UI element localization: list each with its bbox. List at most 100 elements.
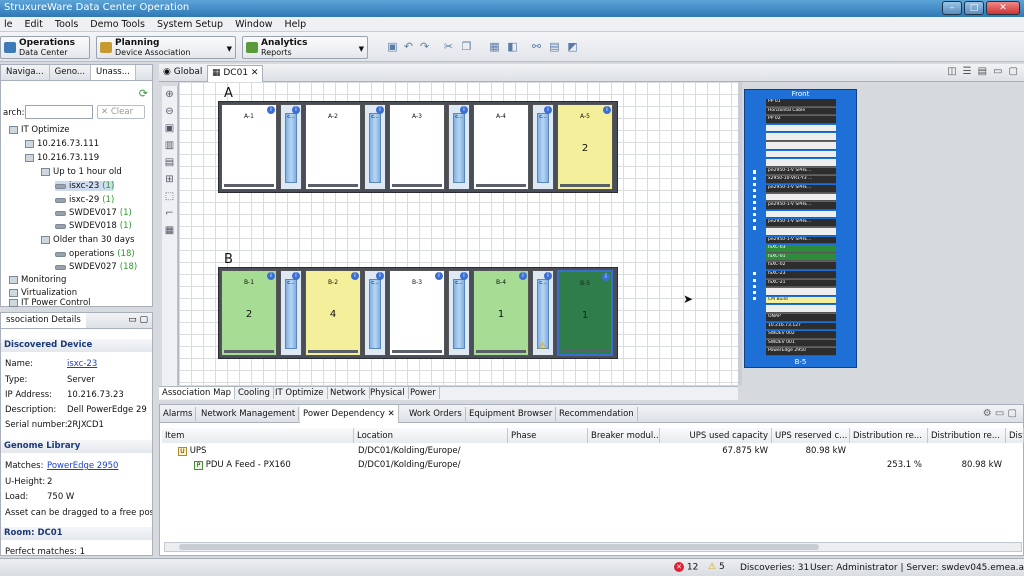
analytics-mode-button[interactable]: Analytics Reports ▼: [242, 36, 368, 59]
info-icon[interactable]: i: [376, 272, 384, 280]
elevation-slot[interactable]: 10.216.73.127: [766, 322, 836, 331]
rack[interactable]: A-5 2 i: [557, 104, 613, 190]
info-icon[interactable]: i: [351, 272, 359, 280]
elevation-slot[interactable]: [766, 142, 836, 150]
info-icon[interactable]: i: [602, 273, 610, 281]
tree-item[interactable]: Up to 1 hour old: [41, 167, 122, 177]
elevation-slot[interactable]: ISXC-03: [766, 245, 836, 253]
warning-icon[interactable]: ⚠: [538, 341, 547, 352]
panel-controls-icon[interactable]: ⚙ ▭ ▢: [983, 408, 1017, 419]
tree-item[interactable]: IT Optimize: [9, 125, 70, 135]
tab-equipment-browser[interactable]: Equipment Browser: [466, 407, 557, 421]
tab-association-map[interactable]: Association Map: [159, 387, 236, 399]
split-view-icon[interactable]: ◫: [947, 66, 956, 77]
list-view-icon[interactable]: ☰: [963, 66, 972, 77]
chevron-down-icon[interactable]: ▼: [227, 44, 232, 54]
tab-unassociated[interactable]: Unass...: [91, 65, 136, 80]
info-icon[interactable]: i: [376, 106, 384, 114]
close-icon[interactable]: ✕: [986, 1, 1020, 15]
cooling-unit[interactable]: c... i: [448, 104, 470, 190]
device-name-link[interactable]: isxc-23: [67, 359, 97, 369]
tab-it-optimize[interactable]: IT Optimize: [272, 387, 328, 399]
rack-selected[interactable]: B-5 1 i: [557, 270, 613, 356]
table-row[interactable]: U UPS: [178, 446, 206, 456]
copy-icon[interactable]: ❐: [460, 41, 473, 53]
tab-global[interactable]: ◉ Global: [163, 67, 202, 77]
tab-physical[interactable]: Physical: [367, 387, 409, 399]
column-header-dist[interactable]: Dist: [1006, 428, 1024, 443]
info-icon[interactable]: i: [435, 272, 443, 280]
rack-elevation[interactable]: Front PP 01 Horizontal Cable PP 02 pe2950-1…: [744, 89, 857, 368]
column-header-distribution-2[interactable]: Distribution re...: [928, 428, 1006, 443]
cooling-unit[interactable]: c... i: [448, 270, 470, 356]
rack[interactable]: B-1 2 i: [221, 270, 277, 356]
elevation-slot[interactable]: pe2950-1-V SPHE...: [766, 219, 836, 227]
refresh-icon[interactable]: ⟳: [139, 87, 148, 100]
column-header-ups-reserved[interactable]: UPS reserved c...: [772, 428, 850, 443]
elevation-slot[interactable]: [766, 288, 836, 296]
tab-recommendation[interactable]: Recommendation: [556, 407, 638, 421]
tree-item-selected[interactable]: isxc-23 (1): [55, 181, 115, 191]
rack[interactable]: B-2 4 i: [305, 270, 361, 356]
select-icon[interactable]: ⬚: [162, 188, 177, 205]
tree-item[interactable]: Monitoring: [9, 275, 66, 285]
menu-file[interactable]: le: [4, 19, 12, 30]
floor-plan-canvas[interactable]: A A-1 i c... i A-2 c... i A-3 c... i A-4 c..…: [178, 82, 738, 385]
column-header-phase[interactable]: Phase: [508, 428, 588, 443]
column-header-breaker[interactable]: Breaker modul...: [588, 428, 660, 443]
horizontal-scrollbar[interactable]: [164, 542, 1022, 552]
elevation-slot[interactable]: PP 02: [766, 116, 836, 124]
redo-icon[interactable]: ↷: [418, 41, 431, 53]
info-icon[interactable]: i: [519, 272, 527, 280]
info-icon[interactable]: i: [267, 272, 275, 280]
device-icon[interactable]: ▤: [548, 41, 561, 53]
move-icon[interactable]: ⌐: [162, 205, 177, 222]
tab-network-management[interactable]: Network Management: [198, 407, 300, 421]
elevation-slot[interactable]: PowerEdge 2950: [766, 348, 836, 356]
elevation-slot[interactable]: [766, 159, 836, 167]
menu-edit[interactable]: Edit: [24, 19, 42, 30]
elevation-slot[interactable]: [766, 228, 836, 236]
info-icon[interactable]: i: [267, 106, 275, 114]
cut-icon[interactable]: ✂: [442, 41, 455, 53]
planning-mode-button[interactable]: Planning Device Association ▼: [96, 36, 236, 59]
network-icon[interactable]: ⊞: [162, 171, 177, 188]
rack[interactable]: B-4 1 i: [473, 270, 529, 356]
tab-power-dependency[interactable]: Power Dependency ✕: [300, 405, 399, 423]
panel-divider[interactable]: [738, 82, 742, 385]
chevron-down-icon[interactable]: ▼: [359, 44, 364, 54]
scrollbar-thumb[interactable]: [179, 544, 819, 550]
tree-item[interactable]: SWDEV027 (18): [55, 262, 137, 272]
genome-match-link[interactable]: PowerEdge 2950: [47, 461, 118, 471]
elevation-slot[interactable]: PP 01: [766, 99, 836, 107]
table-row[interactable]: P PDU A Feed - PX160: [194, 460, 291, 470]
rack[interactable]: A-3: [389, 104, 445, 190]
elevation-slot[interactable]: [766, 133, 836, 141]
tab-alarms[interactable]: Alarms: [160, 407, 197, 421]
info-icon[interactable]: i: [603, 106, 611, 114]
maximize-icon[interactable]: ▢: [1009, 66, 1018, 77]
minimize-icon[interactable]: ▭: [993, 66, 1002, 77]
cooling-unit[interactable]: c... i: [532, 104, 554, 190]
tree-item[interactable]: SWDEV018 (1): [55, 221, 132, 231]
grid-icon[interactable]: ▦: [488, 41, 501, 53]
info-icon[interactable]: i: [292, 272, 300, 280]
elevation-slot[interactable]: [766, 305, 836, 313]
fit-icon[interactable]: ▣: [162, 120, 177, 137]
rack[interactable]: B-3 i: [389, 270, 445, 356]
tab-navigation[interactable]: Naviga...: [1, 65, 50, 80]
info-icon[interactable]: i: [544, 272, 552, 280]
rack[interactable]: A-4: [473, 104, 529, 190]
export-icon[interactable]: ◩: [566, 41, 579, 53]
tree-item[interactable]: Older than 30 days: [41, 235, 134, 245]
tree-item[interactable]: IT Power Control: [9, 298, 91, 307]
elevation-slot[interactable]: pe2950-1-V SPHE...: [766, 167, 836, 176]
elevation-slot[interactable]: pe2950-1-V SPHE...: [766, 236, 836, 245]
maximize-icon[interactable]: □: [964, 1, 984, 15]
clear-button[interactable]: ✕ Clear: [97, 105, 145, 119]
elevation-slot[interactable]: Horizontal Cable: [766, 107, 836, 116]
cooling-unit[interactable]: c... i: [280, 270, 302, 356]
search-input[interactable]: [25, 105, 93, 119]
tree-item[interactable]: SWDEV017 (1): [55, 208, 132, 218]
info-icon[interactable]: i: [460, 106, 468, 114]
